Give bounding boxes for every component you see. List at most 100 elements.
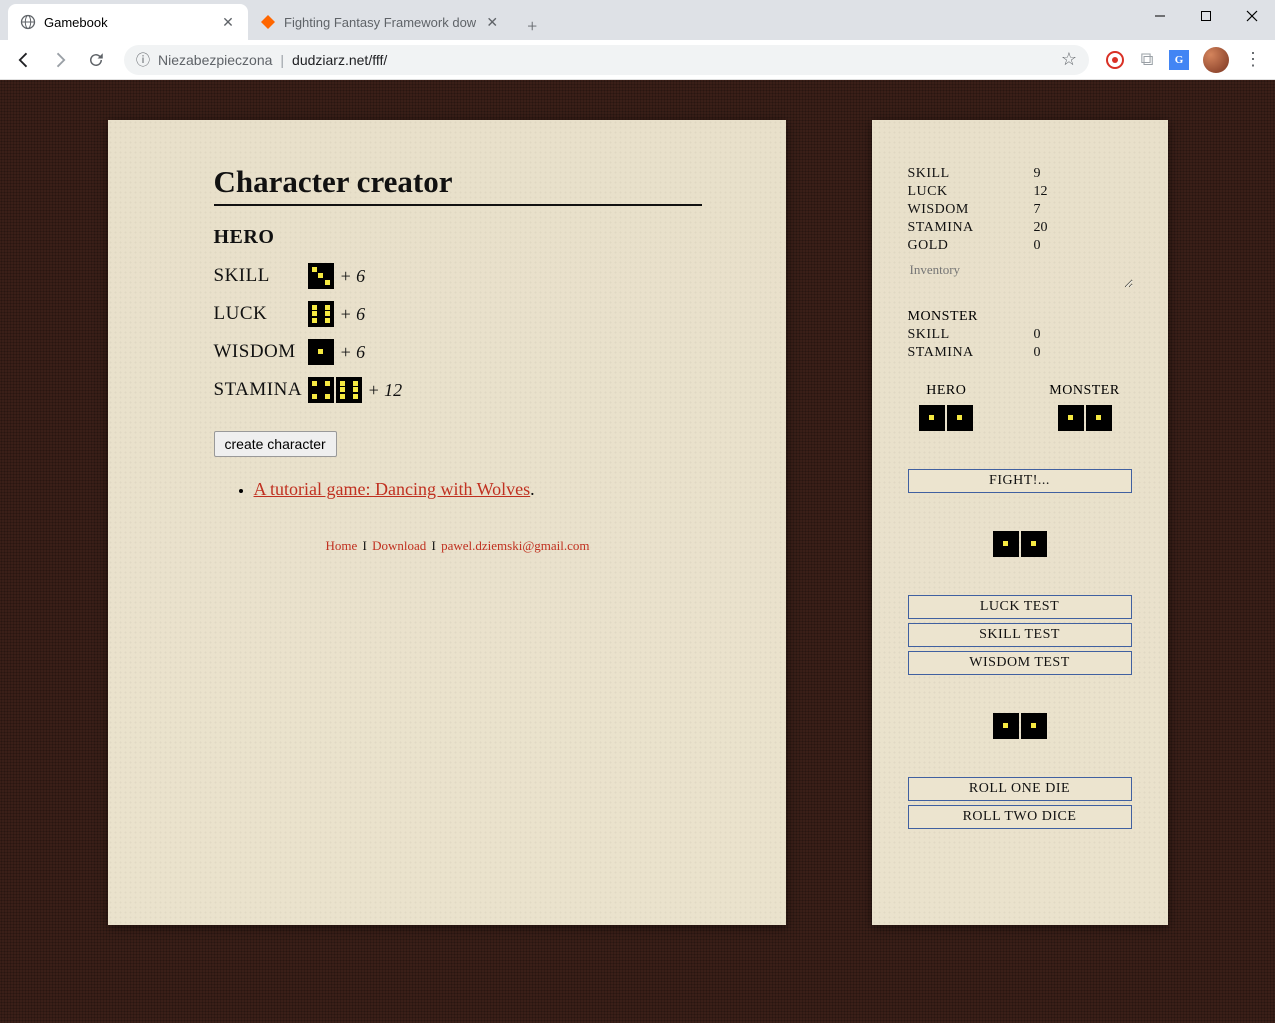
bookmark-star-icon[interactable]: ☆ (1061, 49, 1077, 70)
die-icon (1021, 531, 1047, 557)
stat-bonus: + 6 (340, 266, 366, 287)
monster-dice-label: MONSTER (1049, 383, 1119, 399)
luck-test-button[interactable]: LUCK TEST (908, 595, 1132, 619)
window-maximize[interactable] (1183, 0, 1229, 32)
sourceforge-icon (260, 14, 276, 30)
window-minimize[interactable] (1137, 0, 1183, 32)
window-close[interactable] (1229, 0, 1275, 32)
footer-download-link[interactable]: Download (372, 538, 426, 553)
extension-google-translate[interactable]: G (1165, 46, 1193, 74)
roll-dice (908, 713, 1132, 739)
new-tab-button[interactable]: + (518, 12, 546, 40)
dice-icon (1049, 405, 1119, 431)
die-icon (308, 301, 334, 327)
dice-icon (919, 405, 973, 431)
inventory-textarea[interactable] (908, 260, 1133, 288)
globe-icon (20, 14, 36, 30)
footer-email-link[interactable]: pawel.dziemski@gmail.com (441, 538, 589, 553)
tab-close-icon[interactable]: ✕ (484, 14, 500, 30)
list-item: A tutorial game: Dancing with Wolves. (254, 479, 702, 500)
info-icon: ⓘ (136, 50, 150, 70)
tab-close-icon[interactable]: ✕ (220, 14, 236, 30)
stat-label: STAMINA (908, 220, 1034, 236)
url-bar[interactable]: ⓘ Niezabezpieczona | dudziarz.net/fff/ ☆ (124, 45, 1089, 75)
roll-one-die-button[interactable]: ROLL ONE DIE (908, 777, 1132, 801)
test-dice (908, 531, 1132, 557)
dice-icon (308, 377, 362, 403)
nav-back[interactable] (8, 44, 40, 76)
stat-value: 0 (1034, 238, 1041, 254)
stat-label: SKILL (908, 327, 1034, 343)
hero-dice-column: HERO (919, 383, 973, 431)
stat-row-luck: LUCK + 6 (214, 295, 702, 333)
inventory (908, 260, 1132, 293)
extension-dropbox[interactable]: ⧉ (1133, 46, 1161, 74)
tab-title: Fighting Fantasy Framework dow (284, 15, 476, 30)
profile-avatar[interactable] (1203, 47, 1229, 73)
stat-bonus: + 12 (368, 380, 403, 401)
stat-label: WISDOM (214, 341, 308, 363)
stat-value: 0 (1034, 345, 1041, 361)
stat-label: STAMINA (908, 345, 1034, 361)
stat-label: LUCK (908, 184, 1034, 200)
monster-dice-column: MONSTER (1049, 383, 1119, 431)
hero-stats: SKILL9 LUCK12 WISDOM7 STAMINA20 GOLD0 (908, 166, 1132, 254)
footer-home-link[interactable]: Home (325, 538, 357, 553)
tab-bar: Gamebook ✕ Fighting Fantasy Framework do… (0, 0, 1275, 40)
side-panel: SKILL9 LUCK12 WISDOM7 STAMINA20 GOLD0 MO… (872, 120, 1168, 925)
create-character-button[interactable]: create character (214, 431, 337, 457)
main-panel: Character creator HERO SKILL + 6 LUCK + … (108, 120, 786, 925)
stat-label: STAMINA (214, 379, 308, 401)
browser-window: Gamebook ✕ Fighting Fantasy Framework do… (0, 0, 1275, 1023)
period: . (530, 479, 535, 499)
url-text: dudziarz.net/fff/ (292, 52, 387, 68)
fight-section: HERO MONSTER FI (908, 383, 1132, 495)
stat-value: 9 (1034, 166, 1041, 182)
stat-label: LUCK (214, 303, 308, 325)
die-icon (1021, 713, 1047, 739)
die-icon (308, 263, 334, 289)
browser-menu-icon[interactable]: ⋮ (1239, 46, 1267, 74)
test-buttons: LUCK TEST SKILL TEST WISDOM TEST (908, 593, 1132, 677)
url-separator: | (280, 52, 284, 68)
tutorial-link[interactable]: A tutorial game: Dancing with Wolves (254, 479, 531, 499)
skill-test-button[interactable]: SKILL TEST (908, 623, 1132, 647)
footer-sep: I (432, 538, 436, 553)
die-icon (993, 713, 1019, 739)
window-controls (1137, 0, 1275, 32)
stat-bonus: + 6 (340, 342, 366, 363)
hero-dice-label: HERO (919, 383, 973, 399)
monster-stats: SKILL0 STAMINA0 (908, 327, 1132, 361)
die-icon (308, 339, 334, 365)
game-list: A tutorial game: Dancing with Wolves. (214, 479, 702, 500)
wisdom-test-button[interactable]: WISDOM TEST (908, 651, 1132, 675)
page-viewport: Character creator HERO SKILL + 6 LUCK + … (0, 80, 1275, 1023)
tab-fighting-fantasy[interactable]: Fighting Fantasy Framework dow ✕ (248, 4, 512, 40)
page-title: Character creator (214, 164, 702, 206)
nav-bar: ⓘ Niezabezpieczona | dudziarz.net/fff/ ☆… (0, 40, 1275, 80)
stat-value: 0 (1034, 327, 1041, 343)
url-security: Niezabezpieczona (158, 52, 272, 68)
nav-forward[interactable] (44, 44, 76, 76)
tab-title: Gamebook (44, 15, 212, 30)
roll-buttons: ROLL ONE DIE ROLL TWO DICE (908, 775, 1132, 831)
roll-two-dice-button[interactable]: ROLL TWO DICE (908, 805, 1132, 829)
stat-bonus: + 6 (340, 304, 366, 325)
footer-sep: I (362, 538, 366, 553)
monster-heading: MONSTER (908, 309, 1132, 325)
fight-button[interactable]: FIGHT!... (908, 469, 1132, 493)
stat-label: GOLD (908, 238, 1034, 254)
stat-row-skill: SKILL + 6 (214, 257, 702, 295)
stat-value: 20 (1034, 220, 1048, 236)
stat-value: 12 (1034, 184, 1048, 200)
stat-label: SKILL (214, 265, 308, 287)
footer-links: Home I Download I pawel.dziemski@gmail.c… (214, 538, 702, 554)
stat-label: WISDOM (908, 202, 1034, 218)
stat-value: 7 (1034, 202, 1041, 218)
die-icon (993, 531, 1019, 557)
extension-adblock[interactable] (1101, 46, 1129, 74)
stat-row-stamina: STAMINA + 12 (214, 371, 702, 409)
tab-gamebook[interactable]: Gamebook ✕ (8, 4, 248, 40)
nav-reload[interactable] (80, 44, 112, 76)
hero-heading: HERO (214, 226, 702, 249)
